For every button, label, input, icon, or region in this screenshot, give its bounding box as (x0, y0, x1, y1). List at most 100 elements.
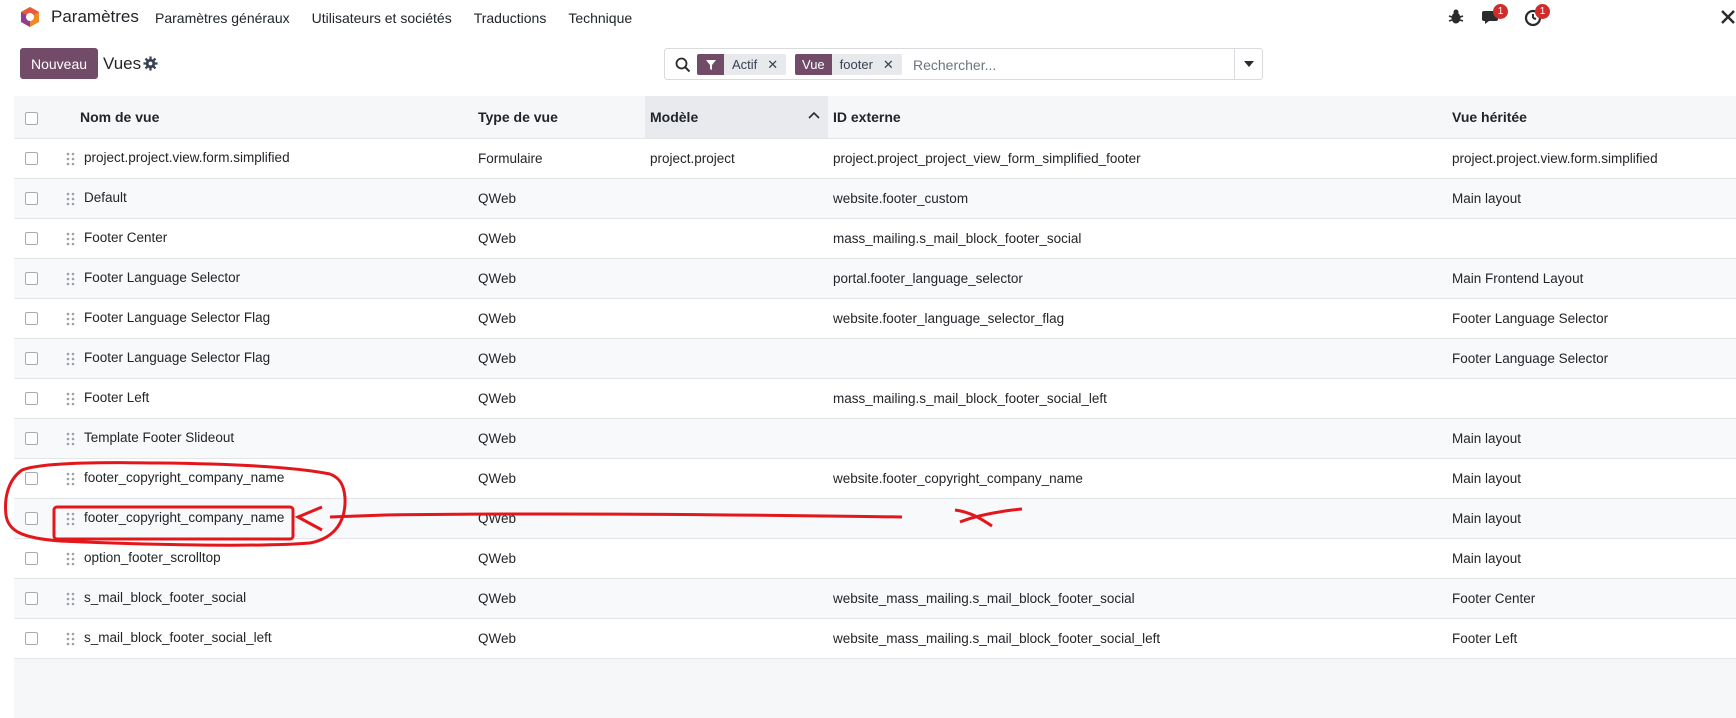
table-row[interactable]: Footer Center QWeb mass_mailing.s_mail_blo… (14, 218, 1736, 258)
cell-view-name-wrapper[interactable]: s_mail_block_footer_social_left (56, 618, 473, 658)
cell-model[interactable] (645, 218, 828, 258)
table-row[interactable]: Footer Language Selector QWeb portal.foote… (14, 258, 1736, 298)
row-checkbox[interactable] (25, 232, 38, 246)
cell-model[interactable] (645, 258, 828, 298)
table-row[interactable]: footer_copyright_company_name QWeb Main la… (14, 498, 1736, 538)
cell-view-name-wrapper[interactable]: Footer Language Selector Flag (56, 298, 473, 338)
cell-view-type[interactable]: QWeb (473, 178, 645, 218)
row-checkbox[interactable] (25, 312, 38, 326)
new-button[interactable]: Nouveau (20, 48, 98, 79)
gear-icon[interactable] (143, 56, 158, 71)
cell-view-type[interactable]: QWeb (473, 298, 645, 338)
drag-handle-icon[interactable] (66, 192, 76, 206)
table-row[interactable]: project.project.view.form.simplified Form… (14, 138, 1736, 178)
cell-model[interactable] (645, 378, 828, 418)
cell-view-type[interactable]: QWeb (473, 378, 645, 418)
drag-handle-icon[interactable] (66, 472, 76, 486)
drag-handle-icon[interactable] (66, 352, 76, 366)
cell-model[interactable] (645, 338, 828, 378)
drag-handle-icon[interactable] (66, 552, 76, 566)
cell-external-id[interactable] (828, 538, 1447, 578)
app-title[interactable]: Paramètres (51, 7, 139, 27)
cell-view-type[interactable]: QWeb (473, 538, 645, 578)
cell-view-type[interactable]: QWeb (473, 578, 645, 618)
row-checkbox[interactable] (25, 592, 38, 606)
cell-view-type[interactable]: QWeb (473, 418, 645, 458)
cell-view-type[interactable]: QWeb (473, 258, 645, 298)
drag-handle-icon[interactable] (66, 432, 76, 446)
table-row[interactable]: footer_copyright_company_name QWeb website… (14, 458, 1736, 498)
drag-handle-icon[interactable] (66, 272, 76, 286)
cell-inherited-view[interactable]: Main layout (1447, 458, 1736, 498)
cell-view-name-wrapper[interactable]: project.project.view.form.simplified (56, 138, 473, 178)
cell-view-name-wrapper[interactable]: option_footer_scrolltop (56, 538, 473, 578)
facet-remove-active-close-icon[interactable]: ✕ (767, 57, 778, 73)
column-header-external-id[interactable]: ID externe (828, 96, 1447, 139)
cell-view-name-wrapper[interactable]: Footer Language Selector Flag (56, 338, 473, 378)
drag-handle-icon[interactable] (66, 312, 76, 326)
cell-view-name-wrapper[interactable]: s_mail_block_footer_social (56, 578, 473, 618)
cell-view-name-wrapper[interactable]: Footer Language Selector (56, 258, 473, 298)
cell-inherited-view[interactable]: Footer Center (1447, 578, 1736, 618)
app-logo-icon[interactable] (19, 6, 41, 28)
column-header-view-name[interactable]: Nom de vue (56, 96, 473, 139)
cell-view-name-wrapper[interactable]: Footer Left (56, 378, 473, 418)
activity-clock-icon[interactable]: 1 (1524, 4, 1550, 27)
table-row[interactable]: s_mail_block_footer_social QWeb website_ma… (14, 578, 1736, 618)
cell-external-id[interactable] (828, 498, 1447, 538)
cell-model[interactable] (645, 178, 828, 218)
cell-view-type[interactable]: QWeb (473, 618, 645, 658)
cell-view-name-wrapper[interactable]: footer_copyright_company_name (56, 458, 473, 498)
menu-item-users-companies[interactable]: Utilisateurs et sociétés (312, 10, 452, 26)
cell-external-id[interactable]: project.project_project_view_form_simpli… (828, 138, 1447, 178)
cell-external-id[interactable]: website_mass_mailing.s_mail_block_footer… (828, 578, 1447, 618)
cell-model[interactable] (645, 298, 828, 338)
table-row[interactable]: Footer Language Selector Flag QWeb website… (14, 298, 1736, 338)
cell-external-id[interactable]: website.footer_copyright_company_name (828, 458, 1447, 498)
cell-external-id[interactable]: mass_mailing.s_mail_block_footer_social (828, 218, 1447, 258)
table-row[interactable]: Footer Left QWeb mass_mailing.s_mail_block… (14, 378, 1736, 418)
cell-inherited-view[interactable]: Main layout (1447, 418, 1736, 458)
row-checkbox[interactable] (25, 472, 38, 486)
row-checkbox[interactable] (25, 392, 38, 406)
cell-view-name-wrapper[interactable]: Default (56, 178, 473, 218)
table-row[interactable]: Footer Language Selector Flag QWeb Footer … (14, 338, 1736, 378)
cell-inherited-view[interactable]: Footer Language Selector (1447, 338, 1736, 378)
column-header-view-type[interactable]: Type de vue (473, 96, 645, 139)
table-row[interactable]: Default QWeb website.footer_custom Main lay… (14, 178, 1736, 218)
cell-view-type[interactable]: QWeb (473, 458, 645, 498)
row-checkbox[interactable] (25, 552, 38, 566)
cell-model[interactable] (645, 538, 828, 578)
cell-external-id[interactable] (828, 418, 1447, 458)
cell-view-type[interactable]: QWeb (473, 498, 645, 538)
cell-view-type[interactable]: QWeb (473, 338, 645, 378)
table-row[interactable]: Template Footer Slideout QWeb Main layout (14, 418, 1736, 458)
cell-external-id[interactable]: website.footer_language_selector_flag (828, 298, 1447, 338)
cell-inherited-view[interactable]: Main layout (1447, 498, 1736, 538)
cell-inherited-view[interactable]: Main Frontend Layout (1447, 258, 1736, 298)
row-checkbox[interactable] (25, 152, 38, 166)
cell-view-name-wrapper[interactable]: Template Footer Slideout (56, 418, 473, 458)
cell-model[interactable] (645, 618, 828, 658)
drag-handle-icon[interactable] (66, 592, 76, 606)
cell-inherited-view[interactable] (1447, 378, 1736, 418)
row-checkbox[interactable] (25, 432, 38, 446)
column-header-inherited-view[interactable]: Vue héritée (1447, 96, 1736, 139)
cell-inherited-view[interactable] (1447, 218, 1736, 258)
table-row[interactable]: s_mail_block_footer_social_left QWeb websi… (14, 618, 1736, 658)
cell-external-id[interactable]: website_mass_mailing.s_mail_block_footer… (828, 618, 1447, 658)
cell-external-id[interactable]: website.footer_custom (828, 178, 1447, 218)
row-checkbox[interactable] (25, 272, 38, 286)
debug-bug-icon[interactable] (1446, 7, 1466, 27)
menu-item-technical[interactable]: Technique (568, 10, 632, 26)
cell-model[interactable] (645, 578, 828, 618)
cell-inherited-view[interactable]: Footer Language Selector (1447, 298, 1736, 338)
cell-inherited-view[interactable]: project.project.view.form.simplified (1447, 138, 1736, 178)
table-row[interactable]: option_footer_scrolltop QWeb Main layout (14, 538, 1736, 578)
cell-model[interactable]: project.project (645, 138, 828, 178)
menu-item-general-settings[interactable]: Paramètres généraux (155, 10, 290, 26)
cell-view-name-wrapper[interactable]: footer_copyright_company_name (56, 498, 473, 538)
cell-view-type[interactable]: Formulaire (473, 138, 645, 178)
messaging-icon[interactable]: 1 (1482, 4, 1508, 27)
drag-handle-icon[interactable] (66, 152, 76, 166)
